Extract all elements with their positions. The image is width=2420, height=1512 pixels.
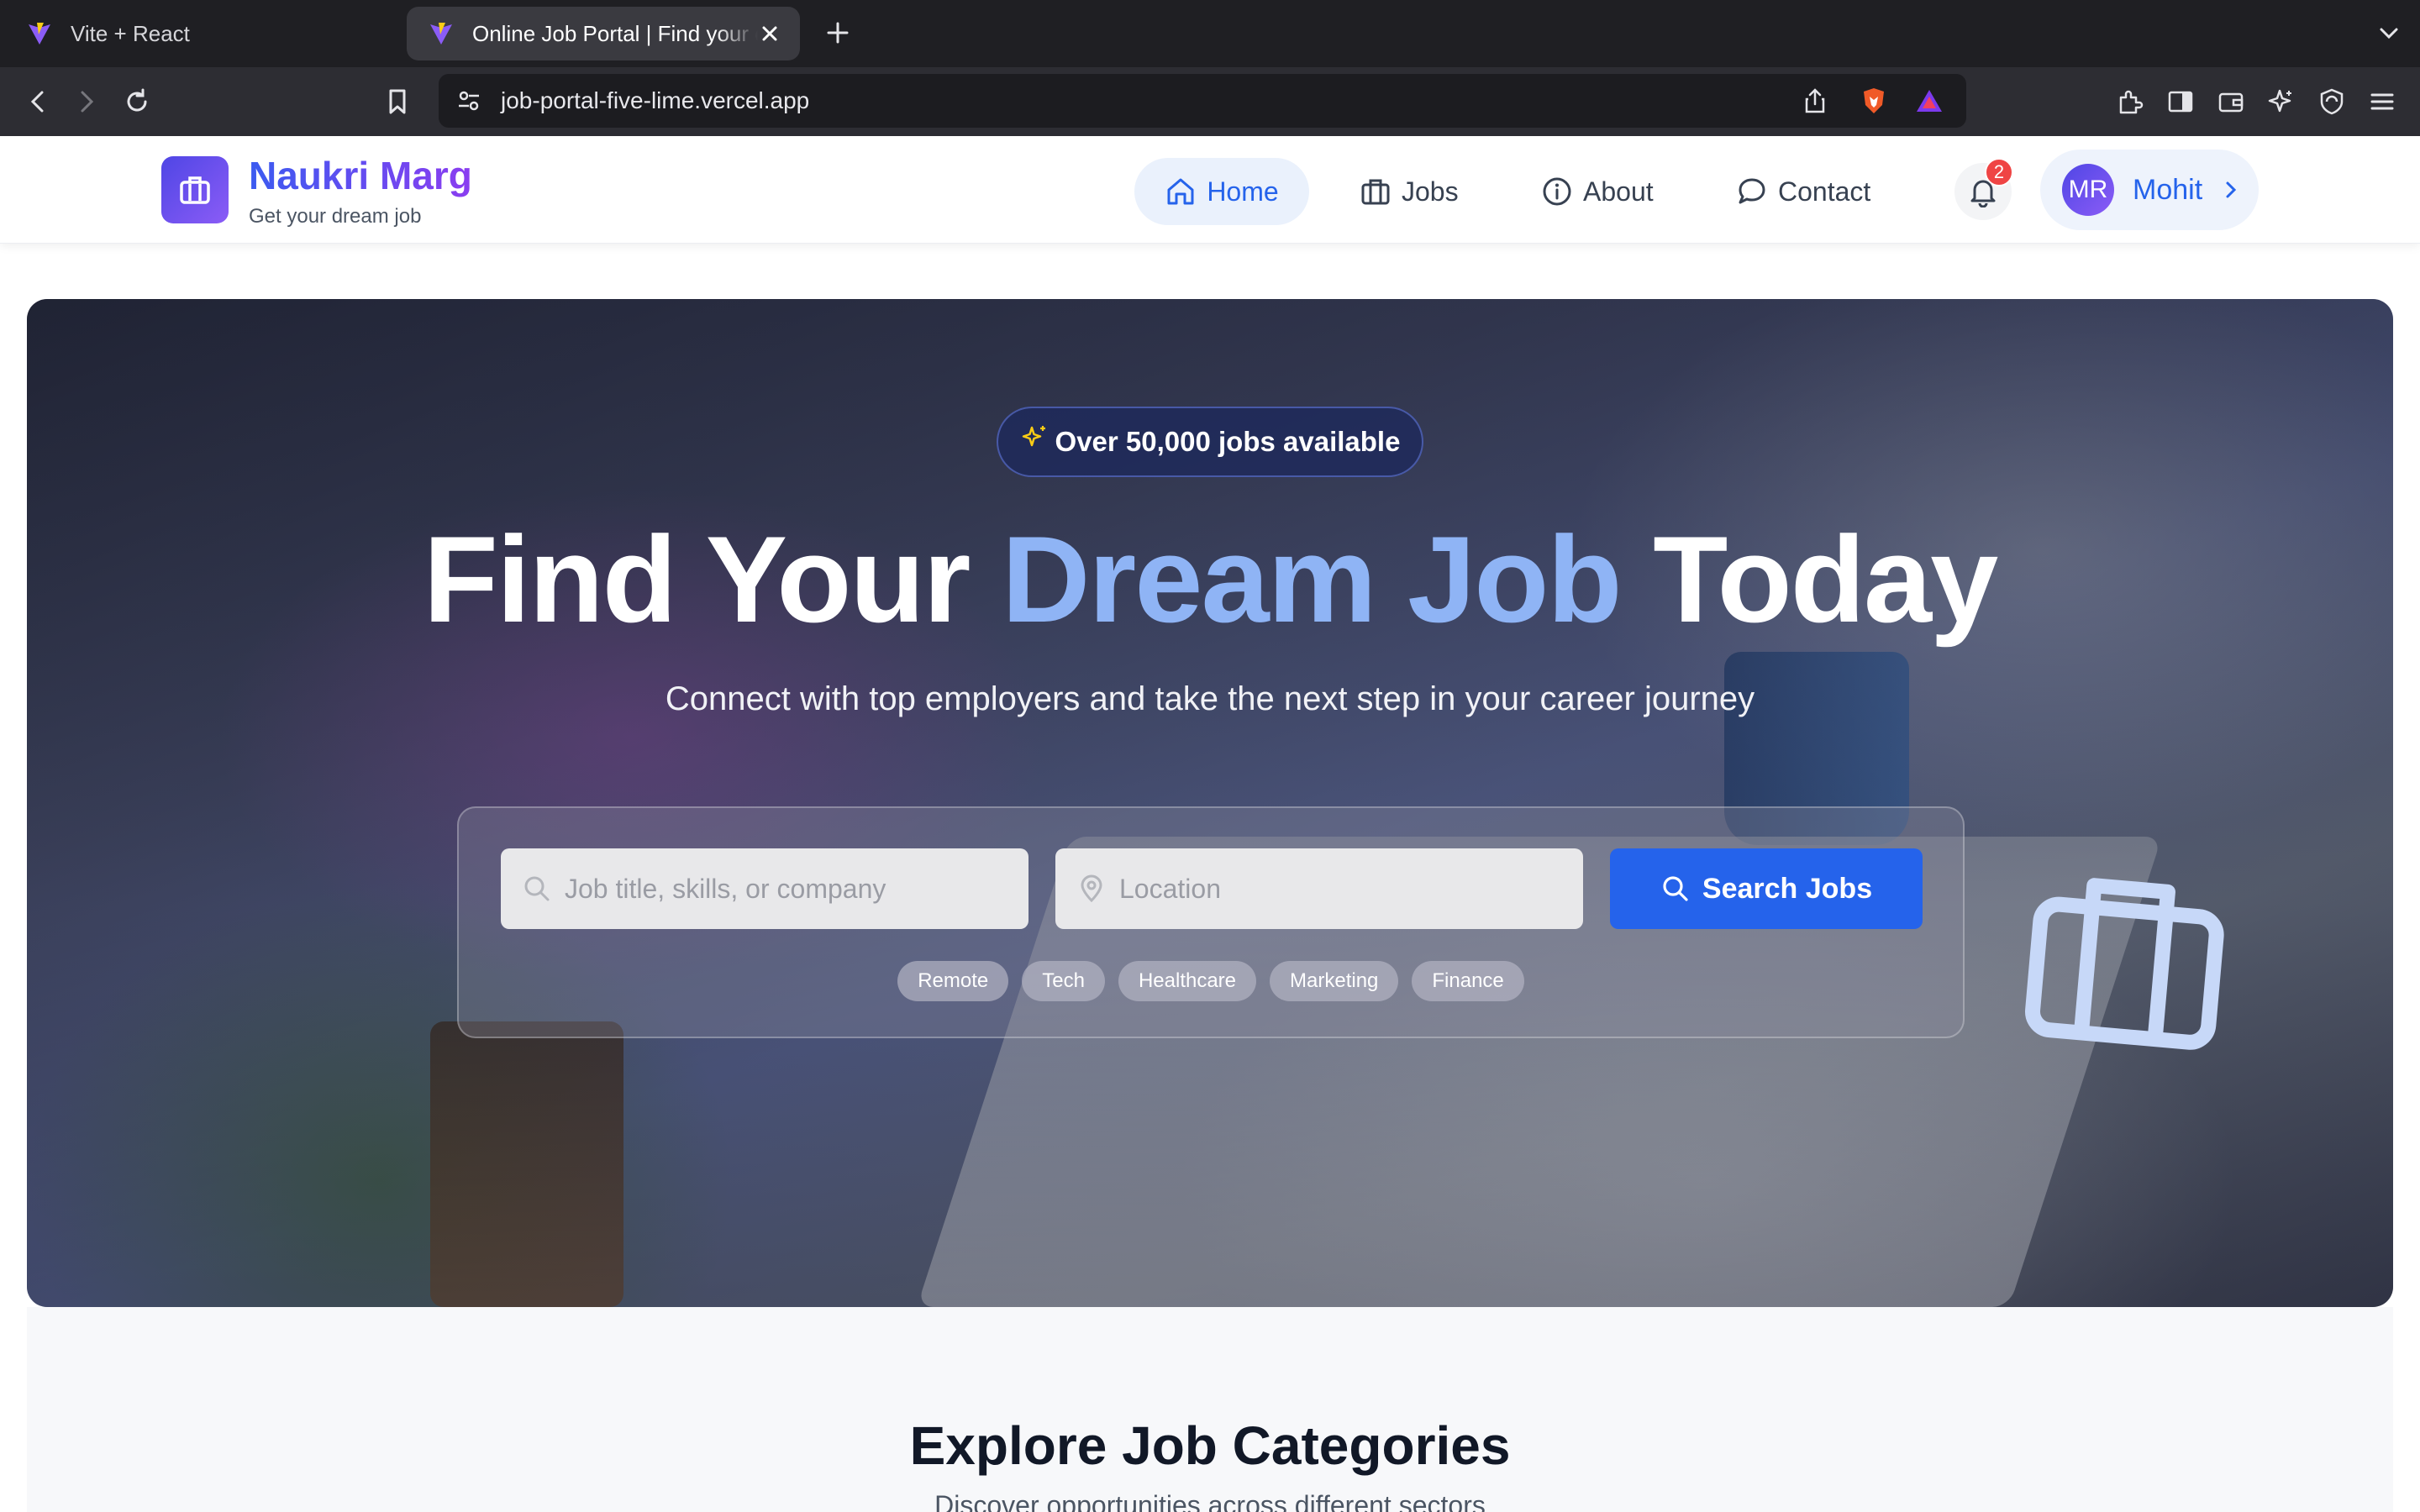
extensions-icon[interactable] — [2114, 86, 2146, 118]
share-icon[interactable] — [1800, 86, 1830, 116]
back-icon[interactable] — [22, 86, 54, 118]
map-pin-icon — [1081, 874, 1102, 903]
vite-favicon-icon — [427, 19, 455, 48]
notification-count-badge: 2 — [1985, 158, 2013, 186]
hero-subtitle: Connect with top employers and take the … — [665, 680, 1755, 717]
hero-section: Over 50,000 jobs available Find Your Dre… — [27, 299, 2393, 1307]
bookmark-icon[interactable] — [381, 86, 413, 118]
jobs-available-badge: Over 50,000 jobs available — [997, 407, 1423, 477]
popular-tags: Remote Tech Healthcare Marketing Finance — [459, 961, 1963, 1001]
job-search-field[interactable] — [501, 848, 1028, 929]
nav-home[interactable]: Home — [1134, 158, 1309, 225]
search-panel: Search Jobs Remote Tech Healthcare Marke… — [457, 806, 1965, 1038]
categories-section: Explore Job Categories Discover opportun… — [27, 1307, 2393, 1512]
forward-icon[interactable] — [71, 86, 103, 118]
hero-title-part2: Today — [1620, 511, 1998, 648]
user-menu-button[interactable]: MR Mohit — [2040, 150, 2259, 230]
nav-jobs[interactable]: Jobs — [1360, 158, 1459, 225]
sparkles-icon — [1022, 426, 1045, 447]
tag-finance[interactable]: Finance — [1412, 961, 1524, 1001]
search-icon — [524, 876, 550, 901]
location-field[interactable] — [1055, 848, 1583, 929]
new-tab-icon[interactable] — [823, 18, 852, 47]
menu-icon[interactable] — [2366, 86, 2398, 118]
nav-about[interactable]: About — [1541, 158, 1654, 225]
search-jobs-button[interactable]: Search Jobs — [1610, 848, 1923, 929]
tag-healthcare[interactable]: Healthcare — [1118, 961, 1257, 1001]
search-icon — [1663, 876, 1688, 901]
tag-tech[interactable]: Tech — [1022, 961, 1105, 1001]
user-name: Mohit — [2133, 173, 2203, 206]
nav-home-label: Home — [1207, 176, 1279, 207]
tag-marketing[interactable]: Marketing — [1270, 961, 1399, 1001]
nav-jobs-label: Jobs — [1402, 176, 1459, 207]
categories-subtitle: Discover opportunities across different … — [934, 1490, 1486, 1512]
info-icon — [1543, 177, 1571, 206]
job-search-input[interactable] — [565, 873, 1018, 905]
tag-remote[interactable]: Remote — [897, 961, 1009, 1001]
brave-rewards-icon[interactable] — [1914, 86, 1944, 116]
nav-contact-label: Contact — [1778, 176, 1871, 207]
sidebar-icon[interactable] — [2165, 86, 2196, 118]
chat-bubble-icon — [1739, 178, 1765, 204]
briefcase-logo-icon[interactable] — [161, 156, 229, 223]
leo-ai-icon[interactable] — [2265, 86, 2297, 118]
brand-tagline: Get your dream job — [249, 205, 422, 228]
vite-favicon-icon — [25, 19, 54, 48]
briefcase-icon — [1361, 179, 1390, 205]
address-bar[interactable]: job-portal-five-lime.vercel.app — [439, 74, 1966, 128]
brand-name[interactable]: Naukri Marg — [249, 153, 472, 198]
browser-tabstrip: Vite + React Online Job Portal | Find yo… — [0, 0, 2420, 67]
wallet-icon[interactable] — [2215, 86, 2247, 118]
home-icon — [1167, 178, 1194, 205]
avatar: MR — [2062, 164, 2114, 216]
hero-title: Find Your Dream Job Today — [27, 509, 2393, 650]
browser-toolbar: job-portal-five-lime.vercel.app — [0, 67, 2420, 136]
location-input[interactable] — [1119, 873, 1573, 905]
nav-contact[interactable]: Contact — [1736, 158, 1870, 225]
floating-briefcase-icon — [2025, 878, 2224, 1050]
chevron-down-icon[interactable] — [2376, 20, 2402, 45]
vpn-shield-icon[interactable] — [2316, 86, 2348, 118]
site-header: Naukri Marg Get your dream job Home Jobs… — [0, 136, 2420, 244]
browser-tab-job-portal[interactable]: Online Job Portal | Find your dream job — [407, 7, 800, 60]
close-tab-icon[interactable] — [758, 22, 781, 45]
hero-title-accent: Dream Job — [1002, 511, 1623, 648]
brave-shields-icon[interactable] — [1859, 86, 1889, 116]
reload-icon[interactable] — [121, 86, 153, 118]
hero-title-part1: Find Your — [423, 511, 1002, 648]
browser-tab-vite[interactable]: Vite + React — [15, 7, 402, 60]
url-text: job-portal-five-lime.vercel.app — [501, 87, 810, 113]
categories-title: Explore Job Categories — [909, 1415, 1511, 1476]
site-settings-icon[interactable] — [454, 86, 484, 116]
tab-title: Online Job Portal | Find your dream job — [472, 20, 758, 46]
nav-about-label: About — [1583, 176, 1654, 207]
search-jobs-label: Search Jobs — [1702, 872, 1873, 905]
badge-text: Over 50,000 jobs available — [1055, 426, 1401, 457]
tab-title: Vite + React — [71, 20, 190, 46]
chevron-right-icon — [2226, 181, 2237, 198]
